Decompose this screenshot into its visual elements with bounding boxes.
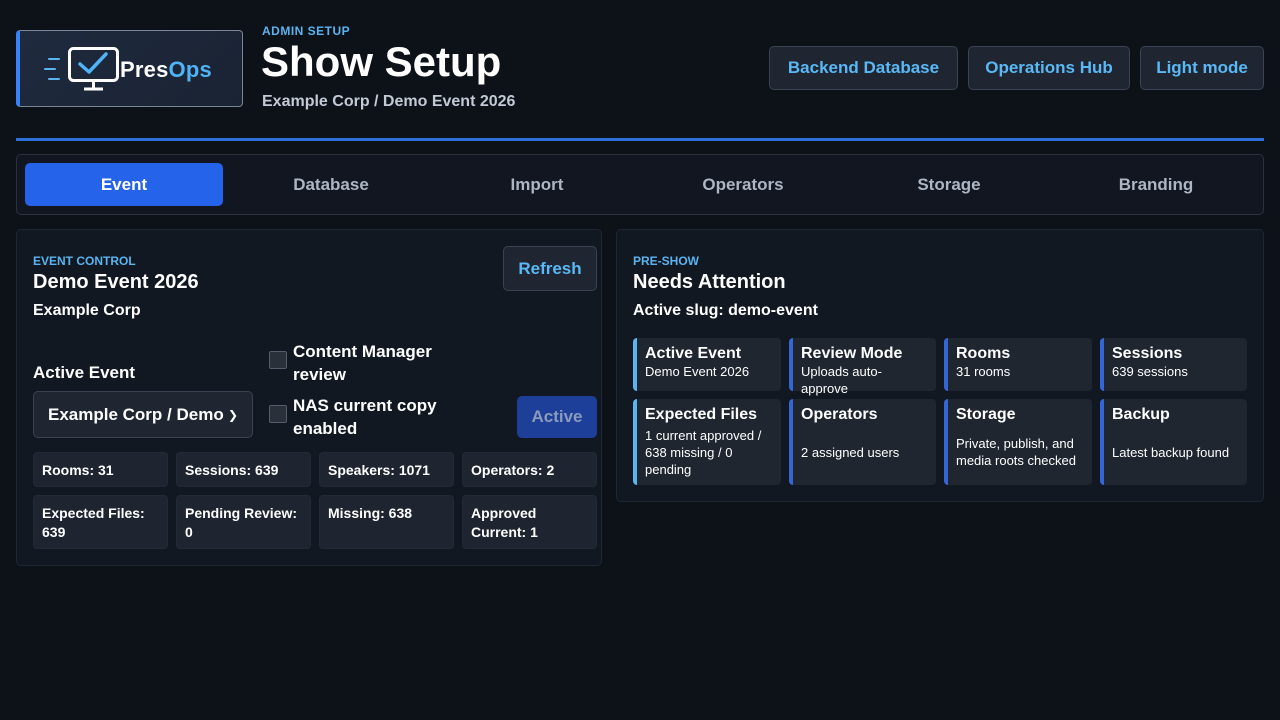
light-mode-button[interactable]: Light mode xyxy=(1140,46,1264,90)
content-manager-review-row[interactable]: Content Manager review xyxy=(269,340,473,386)
card-value: 2 assigned users xyxy=(801,445,900,460)
card-expected-files: Expected Files 1 current approved / 638 … xyxy=(633,399,781,485)
event-title: Demo Event 2026 xyxy=(33,271,199,293)
active-event-select[interactable]: Example Corp / Demo Event 2026 ❯ xyxy=(33,391,253,438)
event-company: Example Corp xyxy=(33,302,141,319)
card-rooms: Rooms 31 rooms xyxy=(944,338,1092,391)
header-divider xyxy=(16,138,1264,141)
event-control-eyebrow: EVENT CONTROL xyxy=(33,254,136,268)
chevron-down-icon: ❯ xyxy=(227,407,238,422)
card-title: Backup xyxy=(1112,406,1170,423)
stat-rooms: Rooms: 31 xyxy=(33,452,168,487)
event-control-panel: EVENT CONTROL Demo Event 2026 Example Co… xyxy=(16,229,602,566)
refresh-button[interactable]: Refresh xyxy=(503,246,597,291)
card-title: Rooms xyxy=(956,345,1011,362)
content-manager-review-label: Content Manager review xyxy=(293,342,432,384)
card-operators: Operators 2 assigned users xyxy=(789,399,936,485)
card-value: 639 sessions xyxy=(1112,364,1188,379)
pre-show-title: Needs Attention xyxy=(633,271,786,293)
pre-show-eyebrow: PRE-SHOW xyxy=(633,254,699,268)
card-title: Sessions xyxy=(1112,345,1183,362)
page-title: Show Setup xyxy=(261,38,502,85)
logo-word-pres: Pres xyxy=(120,57,169,82)
logo-word-ops: Ops xyxy=(168,57,212,82)
presops-logo[interactable]: PresOps xyxy=(16,30,243,107)
card-title: Storage xyxy=(956,406,1016,423)
stat-sessions: Sessions: 639 xyxy=(176,452,311,487)
active-event-label: Active Event xyxy=(33,363,136,382)
card-value: Demo Event 2026 xyxy=(645,364,750,379)
card-title: Active Event xyxy=(645,345,742,362)
stat-speakers: Speakers: 1071 xyxy=(319,452,454,487)
active-button[interactable]: Active xyxy=(517,396,597,438)
nas-copy-label: NAS current copy enabled xyxy=(293,396,437,438)
card-value: Uploads auto-approve xyxy=(801,364,882,396)
active-event-select-value: Example Corp / Demo Event 2026 xyxy=(48,404,224,424)
card-storage: Storage Private, publish, and media root… xyxy=(944,399,1092,485)
tab-import[interactable]: Import xyxy=(438,163,636,206)
tab-database[interactable]: Database xyxy=(232,163,430,206)
card-value: Latest backup found xyxy=(1112,445,1230,460)
card-backup: Backup Latest backup found xyxy=(1100,399,1247,485)
stat-pending-review: Pending Review: 0 xyxy=(176,495,311,549)
tab-storage[interactable]: Storage xyxy=(850,163,1048,206)
tab-operators[interactable]: Operators xyxy=(644,163,842,206)
operations-hub-button[interactable]: Operations Hub xyxy=(968,46,1130,90)
page-subtitle: Example Corp / Demo Event 2026 xyxy=(262,93,516,110)
nas-copy-row[interactable]: NAS current copy enabled xyxy=(269,394,473,440)
nas-copy-checkbox[interactable] xyxy=(269,405,287,423)
stat-approved-current: Approved Current: 1 xyxy=(462,495,597,549)
card-title: Review Mode xyxy=(801,345,903,362)
monitor-check-icon xyxy=(68,47,119,91)
tab-bar: Event Database Import Operators Storage … xyxy=(16,154,1264,215)
active-slug: Active slug: demo-event xyxy=(633,302,818,319)
stat-missing: Missing: 638 xyxy=(319,495,454,549)
tab-event[interactable]: Event xyxy=(25,163,223,206)
card-value: Private, publish, and media roots checke… xyxy=(956,436,1076,468)
stat-expected-files: Expected Files: 639 xyxy=(33,495,168,549)
card-title: Expected Files xyxy=(645,406,758,423)
backend-database-button[interactable]: Backend Database xyxy=(769,46,958,90)
card-title: Operators xyxy=(801,406,878,423)
stat-operators: Operators: 2 xyxy=(462,452,597,487)
card-sessions: Sessions 639 sessions xyxy=(1100,338,1247,391)
content-manager-review-checkbox[interactable] xyxy=(269,351,287,369)
logo-wordmark: PresOps xyxy=(120,57,212,83)
card-review-mode: Review Mode Uploads auto-approve xyxy=(789,338,936,396)
pre-show-panel: PRE-SHOW Needs Attention Active slug: de… xyxy=(616,229,1264,502)
menu-lines-icon xyxy=(44,58,60,80)
header-eyebrow: ADMIN SETUP xyxy=(262,24,351,38)
card-active-event: Active Event Demo Event 2026 xyxy=(633,338,781,391)
card-value: 1 current approved / 638 missing / 0 pen… xyxy=(645,428,762,477)
card-value: 31 rooms xyxy=(956,364,1011,379)
tab-branding[interactable]: Branding xyxy=(1057,163,1255,206)
